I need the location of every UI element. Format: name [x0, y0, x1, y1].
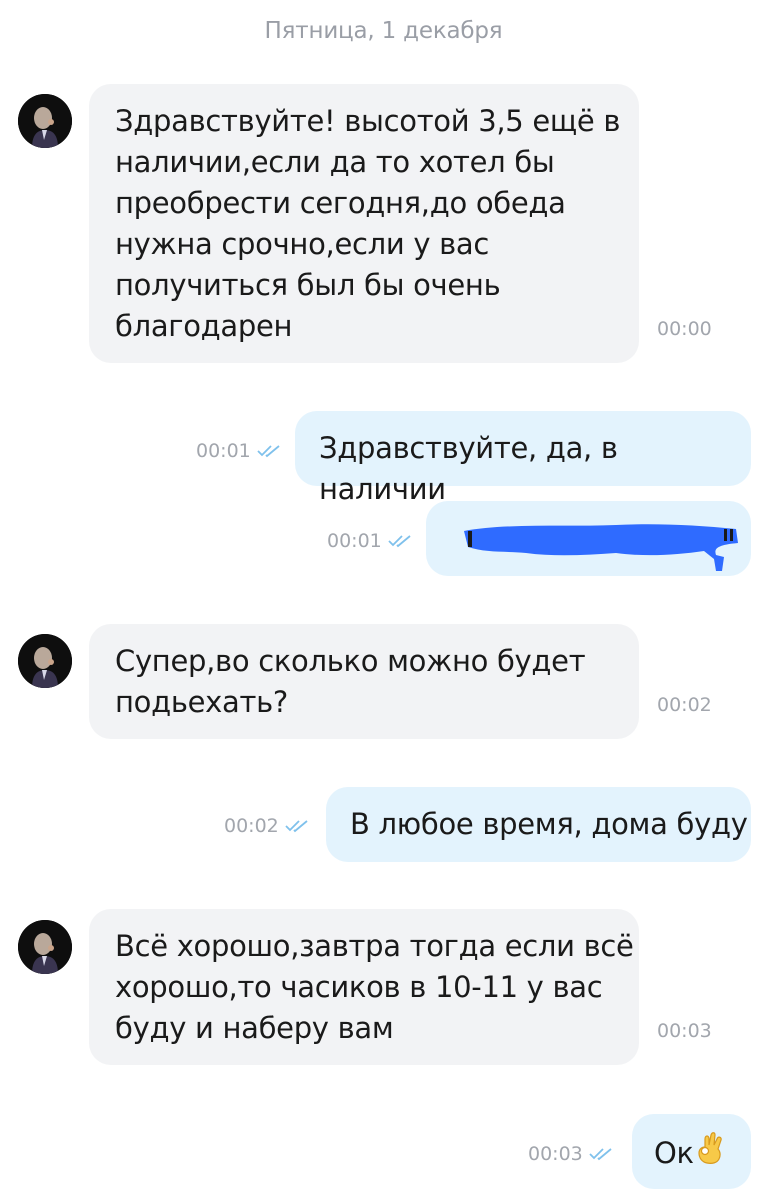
message-text: Здравствуйте! высотой 3,5 ещё в наличии,…	[115, 101, 620, 347]
avatar-photo	[18, 920, 72, 974]
message-meta: 00:03	[528, 1143, 615, 1165]
chat-thread: Пятница, 1 декабря Здравствуйте! высотой…	[0, 0, 767, 1200]
message-line: получиться был бы очень	[115, 268, 501, 302]
message-time: 00:01	[327, 530, 382, 552]
ok-hand-icon	[695, 1131, 725, 1176]
message-text: Всё хорошо,завтра тогда если всё хорошо,…	[115, 926, 634, 1049]
message-meta: 00:02	[224, 815, 311, 837]
message-line: наличии,если да то хотел бы	[115, 145, 555, 179]
avatar-photo	[18, 634, 72, 688]
message-bubble-incoming[interactable]: Всё хорошо,завтра тогда если всё хорошо,…	[89, 909, 639, 1065]
double-check-icon	[388, 534, 414, 548]
avatar[interactable]	[18, 94, 72, 148]
message-text: Ок	[654, 1131, 725, 1176]
message-time: 00:02	[657, 694, 712, 716]
message-text: Здравствуйте, да, в наличии	[319, 431, 618, 506]
avatar[interactable]	[18, 634, 72, 688]
message-time: 00:02	[224, 815, 279, 837]
message-line: Супер,во сколько можно будет	[115, 644, 586, 678]
double-check-icon	[285, 819, 311, 833]
message-bubble-outgoing[interactable]: Ок	[632, 1114, 751, 1189]
message-bubble-incoming[interactable]: Здравствуйте! высотой 3,5 ещё в наличии,…	[89, 84, 639, 363]
avatar[interactable]	[18, 920, 72, 974]
avatar-photo	[18, 94, 72, 148]
message-text: Супер,во сколько можно будет подьехать?	[115, 641, 586, 723]
message-line: хорошо,то часиков в 10-11 у вас	[115, 970, 603, 1004]
message-time: 00:01	[196, 440, 251, 462]
double-check-icon	[589, 1147, 615, 1161]
message-bubble-incoming[interactable]: Супер,во сколько можно будет подьехать?	[89, 624, 639, 739]
message-meta: 00:01	[327, 530, 414, 552]
double-check-icon	[257, 444, 283, 458]
message-line: нужна срочно,если у вас	[115, 227, 490, 261]
message-bubble-outgoing[interactable]	[426, 501, 751, 576]
message-line: подьехать?	[115, 685, 288, 719]
message-line: преобрести сегодня,до обеда	[115, 186, 566, 220]
message-line: Всё хорошо,завтра тогда если всё	[115, 929, 634, 963]
message-line: буду и наберу вам	[115, 1011, 394, 1045]
message-meta: 00:01	[196, 440, 283, 462]
message-bubble-outgoing[interactable]: В любое время, дома буду	[326, 787, 751, 862]
message-text-label: Ок	[654, 1136, 694, 1170]
message-text: В любое время, дома буду	[350, 807, 748, 841]
message-time: 00:00	[657, 318, 712, 340]
message-line: благодарен	[115, 309, 293, 343]
message-time: 00:03	[528, 1143, 583, 1165]
redaction-scribble	[446, 517, 746, 573]
date-header: Пятница, 1 декабря	[264, 18, 503, 44]
message-line: Здравствуйте! высотой 3,5 ещё в	[115, 104, 621, 138]
message-time: 00:03	[657, 1020, 712, 1042]
message-bubble-outgoing[interactable]: Здравствуйте, да, в наличии	[295, 411, 751, 506]
